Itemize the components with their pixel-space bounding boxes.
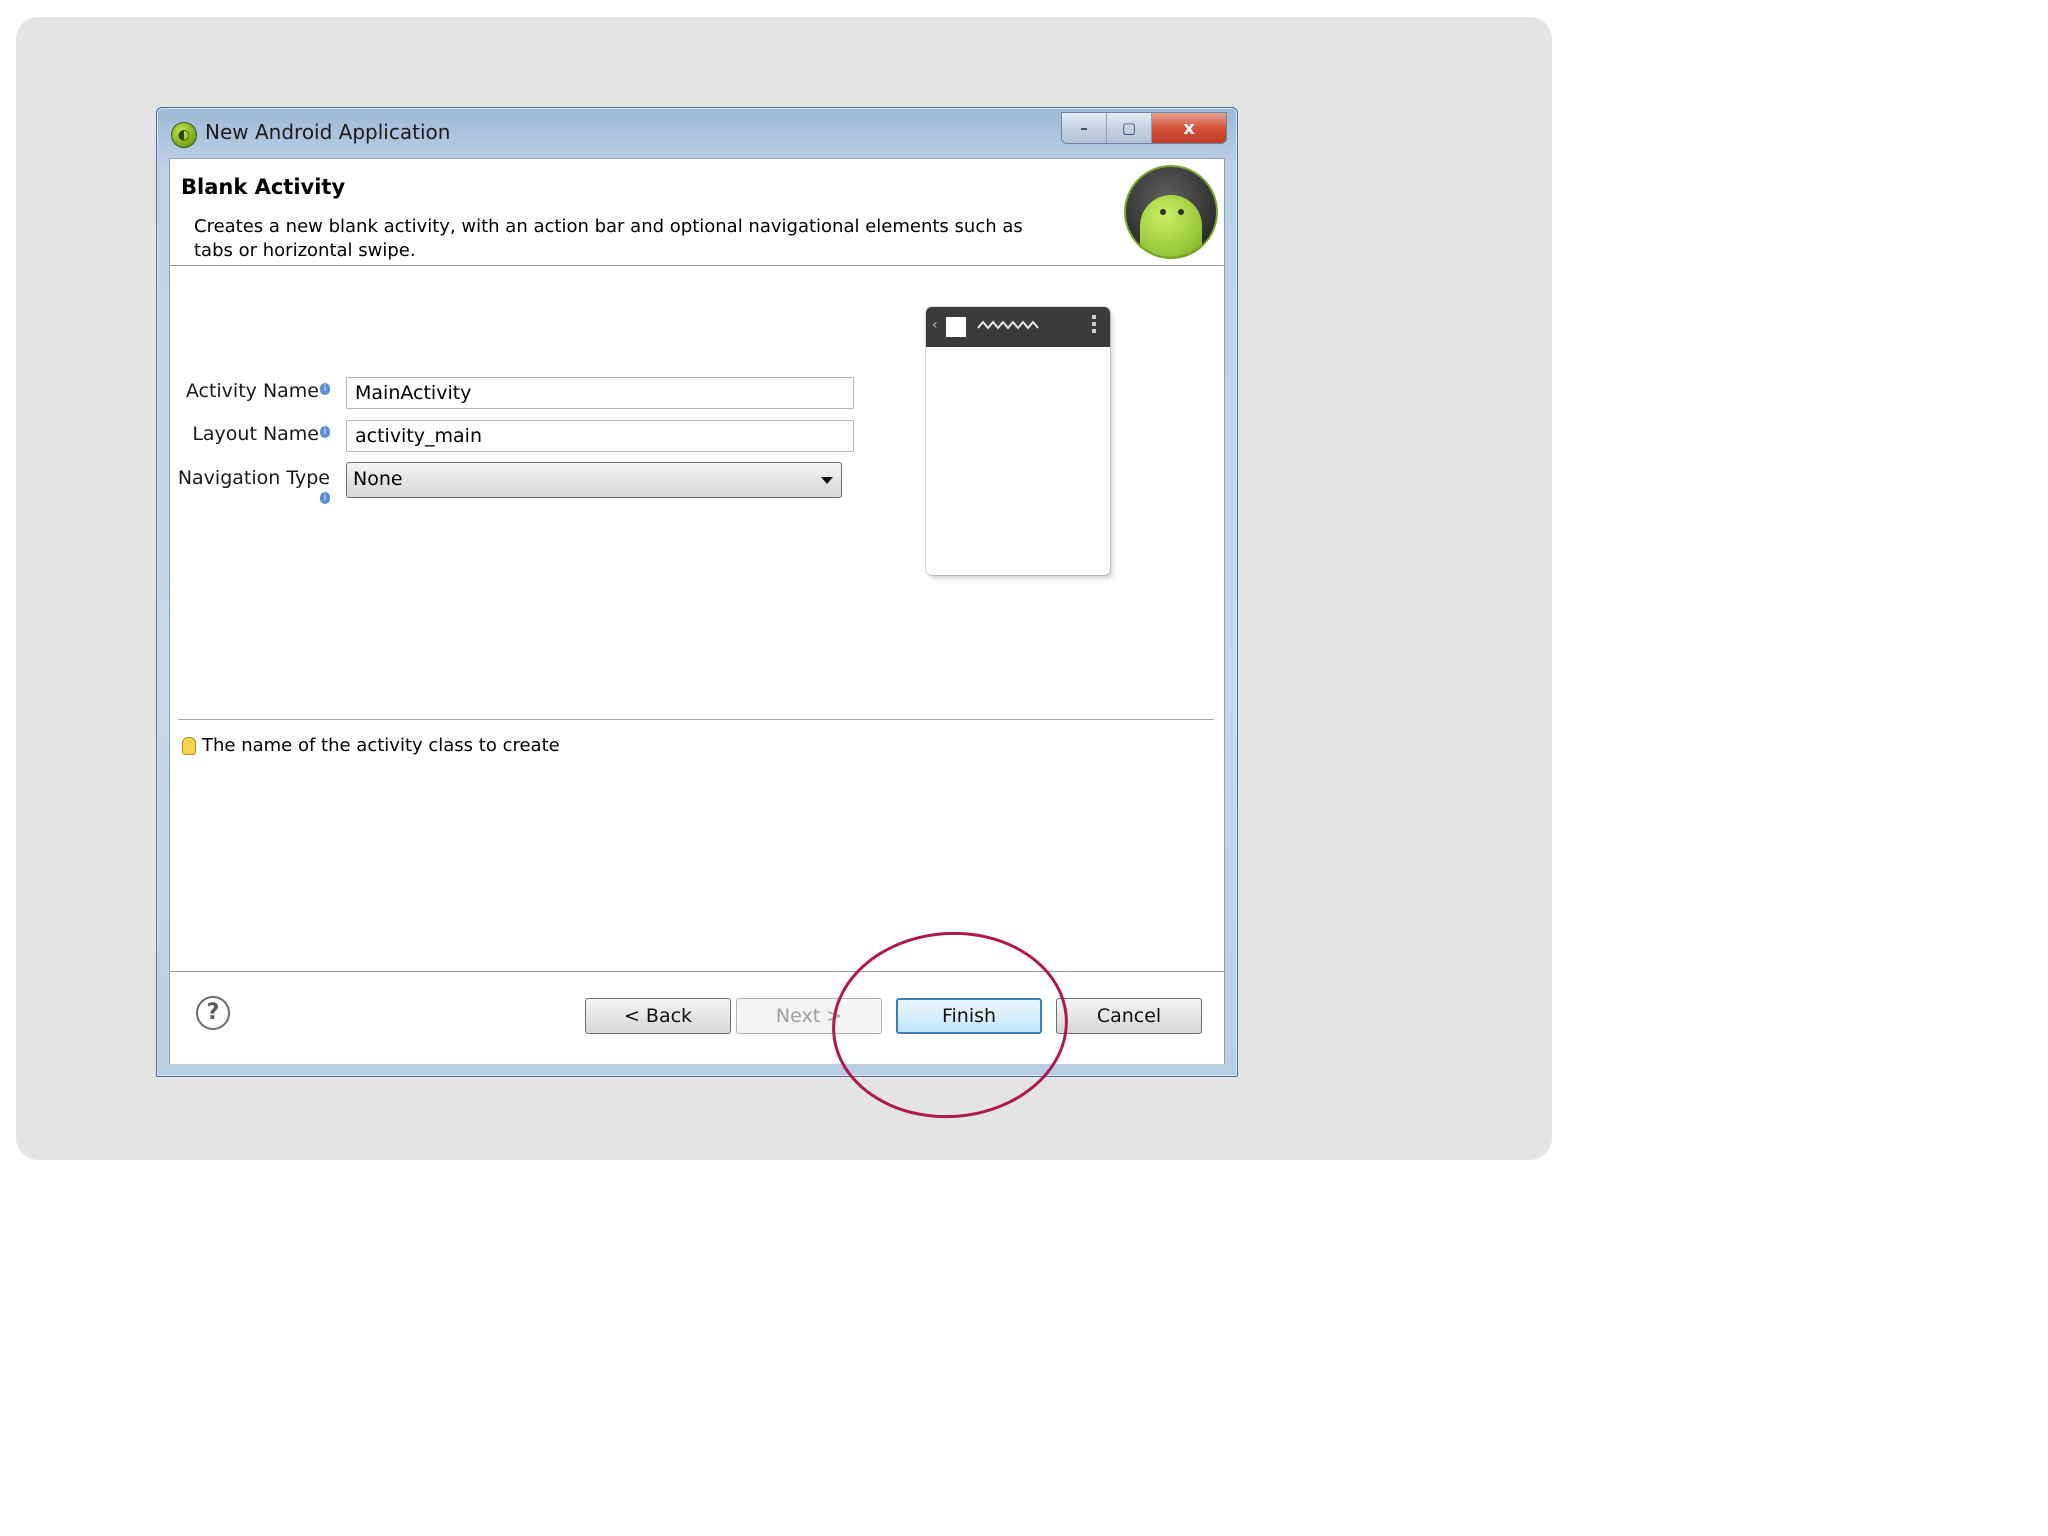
dialog-client-area: Blank Activity Creates a new blank activ… bbox=[169, 158, 1225, 1064]
overflow-menu-icon bbox=[1092, 315, 1096, 336]
title-bar[interactable]: ◐ New Android Application – ▢ x bbox=[157, 108, 1237, 158]
android-adt-icon: ◐ bbox=[171, 122, 197, 148]
layout-name-label: Layout Name i bbox=[170, 423, 330, 445]
minimize-button[interactable]: – bbox=[1062, 113, 1107, 143]
info-icon: i bbox=[320, 426, 330, 438]
next-button: Next > bbox=[736, 998, 882, 1034]
wizard-footer: ? < Back Next > Finish Cancel bbox=[170, 971, 1224, 1064]
maximize-button[interactable]: ▢ bbox=[1107, 113, 1152, 143]
back-button[interactable]: < Back bbox=[585, 998, 731, 1034]
hint-text: The name of the activity class to create bbox=[202, 735, 560, 756]
app-icon-placeholder bbox=[946, 317, 966, 337]
activity-name-input[interactable] bbox=[346, 377, 854, 409]
question-mark-icon[interactable]: ? bbox=[196, 996, 230, 1030]
activity-preview: ‹ bbox=[926, 307, 1110, 575]
page-title: Blank Activity bbox=[181, 175, 346, 199]
navigation-type-select[interactable]: None bbox=[346, 462, 842, 498]
lightbulb-icon bbox=[182, 737, 196, 755]
divider bbox=[178, 719, 1214, 720]
activity-name-label: Activity Name i bbox=[170, 380, 330, 402]
page-description: Creates a new blank activity, with an ac… bbox=[194, 216, 1023, 261]
cancel-button[interactable]: Cancel bbox=[1056, 998, 1202, 1034]
finish-button[interactable]: Finish bbox=[896, 998, 1042, 1034]
new-android-application-window: ◐ New Android Application – ▢ x Blank Ac… bbox=[156, 107, 1238, 1077]
hint-message: The name of the activity class to create bbox=[182, 735, 560, 756]
info-icon: i bbox=[320, 492, 330, 504]
navigation-type-value: None bbox=[353, 468, 403, 490]
wizard-header: Blank Activity Creates a new blank activ… bbox=[170, 159, 1224, 266]
info-icon: i bbox=[320, 383, 330, 395]
navigation-type-label: Navigation Typei bbox=[177, 467, 330, 504]
window-title: New Android Application bbox=[205, 120, 451, 144]
preview-action-bar: ‹ bbox=[926, 307, 1110, 347]
layout-name-input[interactable] bbox=[346, 420, 854, 452]
chevron-down-icon bbox=[821, 477, 833, 484]
close-button[interactable]: x bbox=[1152, 113, 1226, 143]
back-chevron-icon: ‹ bbox=[932, 317, 938, 333]
android-logo-icon bbox=[1124, 165, 1218, 259]
title-squiggle-icon bbox=[977, 320, 1039, 330]
window-controls: – ▢ x bbox=[1061, 112, 1227, 144]
